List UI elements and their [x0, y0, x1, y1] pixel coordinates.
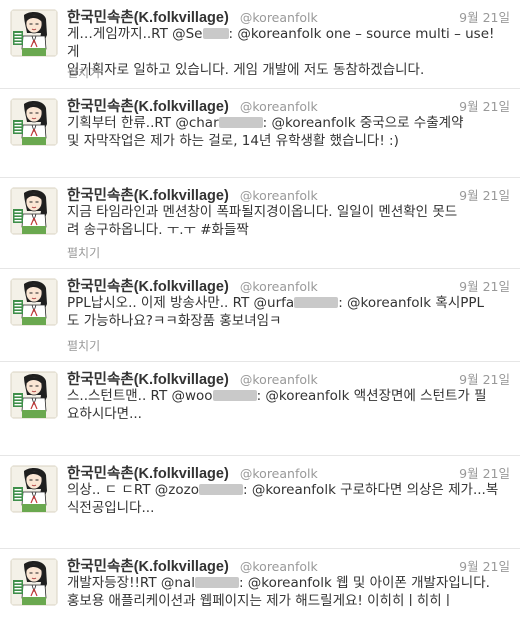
- tweet-line: 도 가능하나요?ㅋㅋ화장품 홍보녀임ㅋ: [67, 313, 282, 329]
- display-name[interactable]: 한국민속촌(K.folkvillage): [67, 99, 229, 115]
- screen-name[interactable]: @koreanfolk: [240, 99, 318, 114]
- avatar[interactable]: [10, 9, 58, 57]
- tweet-line: 스..스턴트맨.. RT @woo : @koreanfolk 액션장면에 스턴트…: [67, 387, 508, 405]
- display-name[interactable]: 한국민속촌(K.folkvillage): [67, 466, 229, 482]
- tweet-1[interactable]: 한국민속촌(K.folkvillage) @koreanfolk 9월 21일 …: [0, 0, 520, 89]
- tweet-4[interactable]: 한국민속촌(K.folkvillage) @koreanfolk 9월 21일 …: [0, 269, 520, 362]
- avatar[interactable]: [10, 187, 58, 235]
- folk-village-character-avatar-icon: [10, 371, 58, 419]
- tweet-time[interactable]: 9월 21일: [459, 7, 510, 26]
- timeline: 한국민속촌(K.folkvillage) @koreanfolk 9월 21일 …: [0, 0, 520, 624]
- avatar[interactable]: [10, 465, 58, 513]
- tweet-header: 한국민속촌(K.folkvillage) @koreanfolk 9월 21일: [67, 368, 510, 388]
- tweet-7[interactable]: 한국민속촌(K.folkvillage) @koreanfolk 9월 21일 …: [0, 549, 520, 624]
- tweet-text: PPL납시오.. 이제 방송사만.. RT @urfa : @koreanfolk…: [67, 294, 508, 330]
- folk-village-character-avatar-icon: [10, 278, 58, 326]
- avatar[interactable]: [10, 98, 58, 146]
- tweet-text: 스..스턴트맨.. RT @woo : @koreanfolk 액션장면에 스턴트…: [67, 387, 508, 423]
- tweet-header: 한국민속촌(K.folkvillage) @koreanfolk 9월 21일: [67, 462, 510, 482]
- tweet-line: 게…게임까지..RT @Se: @koreanfolk one – source…: [67, 25, 508, 61]
- folk-village-character-avatar-icon: [10, 187, 58, 235]
- tweet-line: 려 송구하옵니다. ㅜ.ㅜ #화들짝: [67, 222, 249, 238]
- tweet-header: 한국민속촌(K.folkvillage) @koreanfolk 9월 21일: [67, 275, 510, 295]
- tweet-line: 요하시다면...: [67, 406, 142, 422]
- avatar[interactable]: [10, 278, 58, 326]
- tweet-line: 기획부터 한류..RT @char : @koreanfolk 중국으로 수출계약: [67, 114, 508, 132]
- redacted-handle: [218, 117, 263, 128]
- tweet-line: 지금 타임라인과 멘션창이 폭파될지경이옵니다. 일일이 멘션확인 못드: [67, 204, 458, 220]
- folk-village-character-avatar-icon: [10, 558, 58, 606]
- expand-link[interactable]: 펼치기: [67, 244, 100, 261]
- display-name[interactable]: 한국민속촌(K.folkvillage): [67, 559, 229, 575]
- folk-village-character-avatar-icon: [10, 98, 58, 146]
- folk-village-character-avatar-icon: [10, 465, 58, 513]
- display-name[interactable]: 한국민속촌(K.folkvillage): [67, 279, 229, 295]
- tweet-6[interactable]: 한국민속촌(K.folkvillage) @koreanfolk 9월 21일 …: [0, 456, 520, 549]
- folk-village-character-avatar-icon: [10, 9, 58, 57]
- screen-name[interactable]: @koreanfolk: [240, 279, 318, 294]
- tweet-line: 의상.. ㄷ ㄷRT @zozo : @koreanfolk 구로하다면 의상은 …: [67, 481, 508, 499]
- tweet-3[interactable]: 한국민속촌(K.folkvillage) @koreanfolk 9월 21일 …: [0, 178, 520, 269]
- avatar[interactable]: [10, 371, 58, 419]
- screen-name[interactable]: @koreanfolk: [240, 10, 318, 25]
- redacted-handle: [212, 390, 257, 401]
- tweet-line: PPL납시오.. 이제 방송사만.. RT @urfa : @koreanfolk…: [67, 294, 508, 312]
- tweet-line: 식전공입니다...: [67, 500, 155, 516]
- tweet-text: 게…게임까지..RT @Se: @koreanfolk one – source…: [67, 25, 508, 79]
- tweet-text-part: PPL납시오.. 이제 방송사만.. RT @urfa: [67, 295, 295, 311]
- avatar[interactable]: [10, 558, 58, 606]
- tweet-5[interactable]: 한국민속촌(K.folkvillage) @koreanfolk 9월 21일 …: [0, 362, 520, 456]
- tweet-text-part: 기획부터 한류..RT @char: [67, 115, 219, 131]
- tweet-text: 기획부터 한류..RT @char : @koreanfolk 중국으로 수출계약…: [67, 114, 508, 150]
- screen-name[interactable]: @koreanfolk: [240, 559, 318, 574]
- screen-name[interactable]: @koreanfolk: [240, 466, 318, 481]
- tweet-time[interactable]: 9월 21일: [459, 96, 510, 115]
- tweet-time[interactable]: 9월 21일: [459, 556, 510, 575]
- tweet-text-part: : @koreanfolk 중국으로 수출계약: [262, 115, 464, 131]
- tweet-text: 개발자등장!!RT @nal : @koreanfolk 웹 및 아이폰 개발자입…: [67, 574, 508, 610]
- display-name[interactable]: 한국민속촌(K.folkvillage): [67, 188, 229, 204]
- tweet-text: 지금 타임라인과 멘션창이 폭파될지경이옵니다. 일일이 멘션확인 못드 려 송…: [67, 203, 508, 239]
- tweet-line: 및 자막작업은 제가 하는 걸로, 14년 유학생활 했습니다! :): [67, 133, 399, 149]
- tweet-line: 개발자등장!!RT @nal : @koreanfolk 웹 및 아이폰 개발자입…: [67, 574, 508, 592]
- tweet-text: 의상.. ㄷ ㄷRT @zozo : @koreanfolk 구로하다면 의상은 …: [67, 481, 508, 517]
- tweet-text-part: 스..스턴트맨.. RT @woo: [67, 388, 213, 404]
- tweet-line: 홍보용 애플리케이션과 웹페이지는 제가 해드릴게요! 이히히ㅣ히히ㅣ: [67, 593, 455, 609]
- display-name[interactable]: 한국민속촌(K.folkvillage): [67, 372, 229, 388]
- tweet-text-part: 개발자등장!!RT @nal: [67, 575, 195, 591]
- tweet-text-part: 게…게임까지..RT @Se: [67, 26, 203, 42]
- redacted-handle: [294, 297, 339, 308]
- screen-name[interactable]: @koreanfolk: [240, 372, 318, 387]
- redacted-handle: [194, 577, 239, 588]
- tweet-text-part: : @koreanfolk 구로하다면 의상은 제가...복: [242, 482, 499, 498]
- screen-name[interactable]: @koreanfolk: [240, 188, 318, 203]
- tweet-header: 한국민속촌(K.folkvillage) @koreanfolk 9월 21일: [67, 6, 510, 26]
- tweet-text-part: 의상.. ㄷ ㄷRT @zozo: [67, 482, 199, 498]
- tweet-time[interactable]: 9월 21일: [459, 185, 510, 204]
- redacted-handle: [198, 484, 243, 495]
- tweet-time[interactable]: 9월 21일: [459, 276, 510, 295]
- tweet-2[interactable]: 한국민속촌(K.folkvillage) @koreanfolk 9월 21일 …: [0, 89, 520, 178]
- tweet-text-part: : @koreanfolk 웹 및 아이폰 개발자입니다.: [238, 575, 490, 591]
- expand-link[interactable]: 펼치기: [67, 337, 100, 354]
- tweet-line: 임기획자로 일하고 있습니다. 게임 개발에 저도 동참하겠습니다.: [67, 62, 425, 78]
- tweet-time[interactable]: 9월 21일: [459, 369, 510, 388]
- tweet-time[interactable]: 9월 21일: [459, 463, 510, 482]
- tweet-header: 한국민속촌(K.folkvillage) @koreanfolk 9월 21일: [67, 95, 510, 115]
- tweet-text-part: : @koreanfolk 액션장면에 스턴트가 필: [256, 388, 487, 404]
- tweet-header: 한국민속촌(K.folkvillage) @koreanfolk 9월 21일: [67, 555, 510, 575]
- display-name[interactable]: 한국민속촌(K.folkvillage): [67, 10, 229, 26]
- expand-link[interactable]: 펼치기: [67, 64, 100, 81]
- redacted-handle: [202, 28, 229, 39]
- tweet-header: 한국민속촌(K.folkvillage) @koreanfolk 9월 21일: [67, 184, 510, 204]
- tweet-text-part: : @koreanfolk 혹시PPL: [338, 295, 485, 311]
